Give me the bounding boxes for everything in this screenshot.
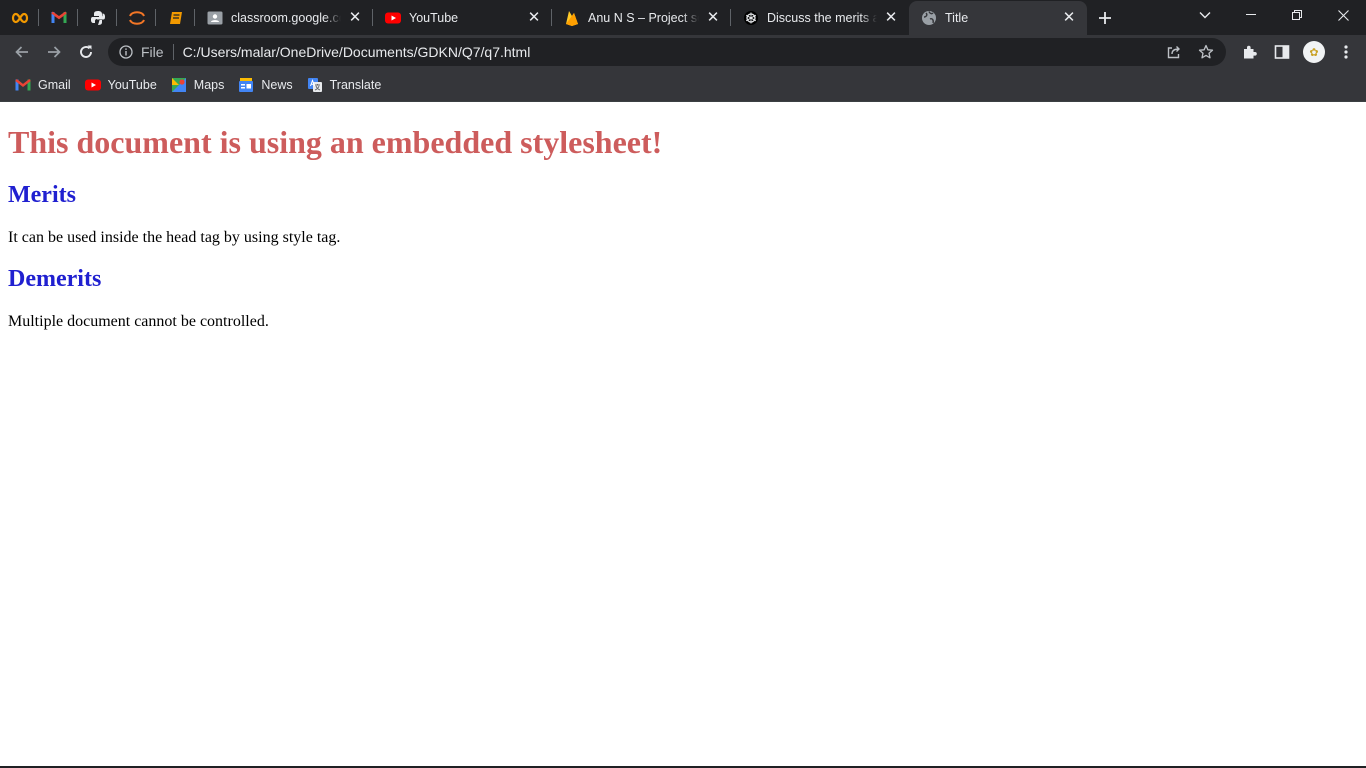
maps-icon [171, 77, 187, 93]
bookmark-maps[interactable]: Maps [164, 72, 232, 98]
bookmark-star-icon[interactable] [1190, 38, 1222, 66]
avatar: ✿ [1303, 41, 1325, 63]
gmail-icon [15, 77, 31, 93]
book-icon [169, 11, 182, 24]
back-button[interactable] [6, 36, 38, 68]
bookmark-youtube[interactable]: YouTube [78, 72, 164, 98]
side-panel-icon[interactable] [1266, 36, 1298, 68]
news-icon [238, 77, 254, 93]
pinned-tab-book[interactable] [156, 0, 195, 35]
reload-icon [80, 45, 92, 58]
close-icon[interactable]: ✕ [705, 9, 721, 26]
jupyter-icon [128, 10, 145, 25]
close-icon[interactable]: ✕ [1061, 10, 1077, 26]
info-icon[interactable] [118, 44, 134, 60]
tab-youtube[interactable]: YouTube ✕ [373, 0, 552, 35]
demerits-heading: Demerits [8, 266, 102, 292]
pinned-tab-python[interactable] [78, 0, 117, 35]
scheme-label: File [141, 44, 164, 60]
pinned-tab-gmail[interactable] [39, 0, 78, 35]
firebase-icon [564, 10, 580, 26]
menu-kebab-icon[interactable] [1330, 36, 1362, 68]
bookmark-news[interactable]: News [231, 72, 299, 98]
address-bar-actions [1158, 38, 1222, 66]
tab-discuss[interactable]: Discuss the merits and demerits ✕ [731, 0, 909, 35]
address-bar[interactable]: File C:/Users/malar/OneDrive/Documents/G… [108, 38, 1226, 66]
classroom-icon [207, 10, 223, 26]
tab-title: Anu N S – Project settings [588, 10, 699, 25]
page-viewport: This document is using an embedded style… [0, 103, 1366, 766]
tab-firebase[interactable]: Anu N S – Project settings ✕ [552, 0, 731, 35]
translate-icon [307, 77, 323, 93]
chevron-down-icon [1199, 12, 1211, 19]
close-window-button[interactable] [1320, 0, 1366, 30]
merits-text: It can be used inside the head tag by us… [8, 229, 341, 246]
youtube-icon [385, 10, 401, 26]
tab-search-button[interactable] [1182, 0, 1228, 30]
close-icon[interactable]: ✕ [347, 9, 363, 26]
bookmark-label: Maps [193, 78, 225, 92]
divider [172, 44, 174, 60]
tab-classroom[interactable]: classroom.google.com ✕ [195, 0, 373, 35]
tab-title: classroom.google.com [231, 10, 341, 25]
openai-icon [743, 10, 759, 26]
minimize-button[interactable] [1228, 0, 1274, 30]
bookmark-label: News [261, 78, 293, 92]
tab-title: YouTube [409, 10, 459, 25]
bookmark-label: Translate [329, 78, 382, 92]
profile-button[interactable]: ✿ [1298, 36, 1330, 68]
gmail-icon [50, 11, 67, 23]
minimize-icon [1246, 14, 1256, 15]
bookmarks-bar: Gmail YouTube Maps News Translate [0, 69, 1366, 102]
toolbar-actions: ✿ [1234, 36, 1362, 68]
pinned-tab-infinity[interactable] [0, 0, 39, 35]
python-icon [90, 10, 105, 25]
page-heading: This document is using an embedded style… [8, 124, 663, 160]
bookmark-label: YouTube [107, 78, 157, 92]
share-icon[interactable] [1158, 38, 1190, 66]
merits-heading: Merits [8, 182, 76, 208]
tab-title: Discuss the merits and demerits [767, 10, 877, 25]
youtube-icon [84, 77, 101, 93]
bookmark-gmail[interactable]: Gmail [8, 72, 78, 98]
url-text[interactable]: C:/Users/malar/OneDrive/Documents/GDKN/Q… [183, 44, 531, 60]
browser-toolbar: File C:/Users/malar/OneDrive/Documents/G… [0, 35, 1366, 69]
forward-button[interactable] [38, 36, 70, 68]
globe-icon [921, 10, 937, 26]
restore-button[interactable] [1274, 0, 1320, 30]
demerits-text: Multiple document cannot be controlled. [8, 313, 269, 330]
back-arrow-icon [15, 46, 28, 58]
bookmark-translate[interactable]: Translate [300, 72, 389, 98]
infinity-icon [11, 12, 28, 23]
forward-arrow-icon [48, 46, 61, 58]
bookmark-label: Gmail [38, 78, 71, 92]
extensions-icon[interactable] [1234, 36, 1266, 68]
plus-icon [1099, 11, 1111, 24]
tab-title-active[interactable]: Title ✕ [909, 1, 1087, 35]
close-icon[interactable]: ✕ [526, 9, 542, 26]
tab-title: Title [945, 11, 969, 25]
restore-icon [1292, 10, 1302, 20]
pinned-tab-jupyter[interactable] [117, 0, 156, 35]
window-controls [1182, 0, 1366, 30]
new-tab-button[interactable] [1087, 0, 1123, 35]
close-icon[interactable]: ✕ [883, 9, 899, 26]
close-icon [1337, 9, 1349, 21]
reload-button[interactable] [70, 36, 102, 68]
tab-strip: classroom.google.com ✕ YouTube ✕ Anu N S… [0, 0, 1366, 35]
